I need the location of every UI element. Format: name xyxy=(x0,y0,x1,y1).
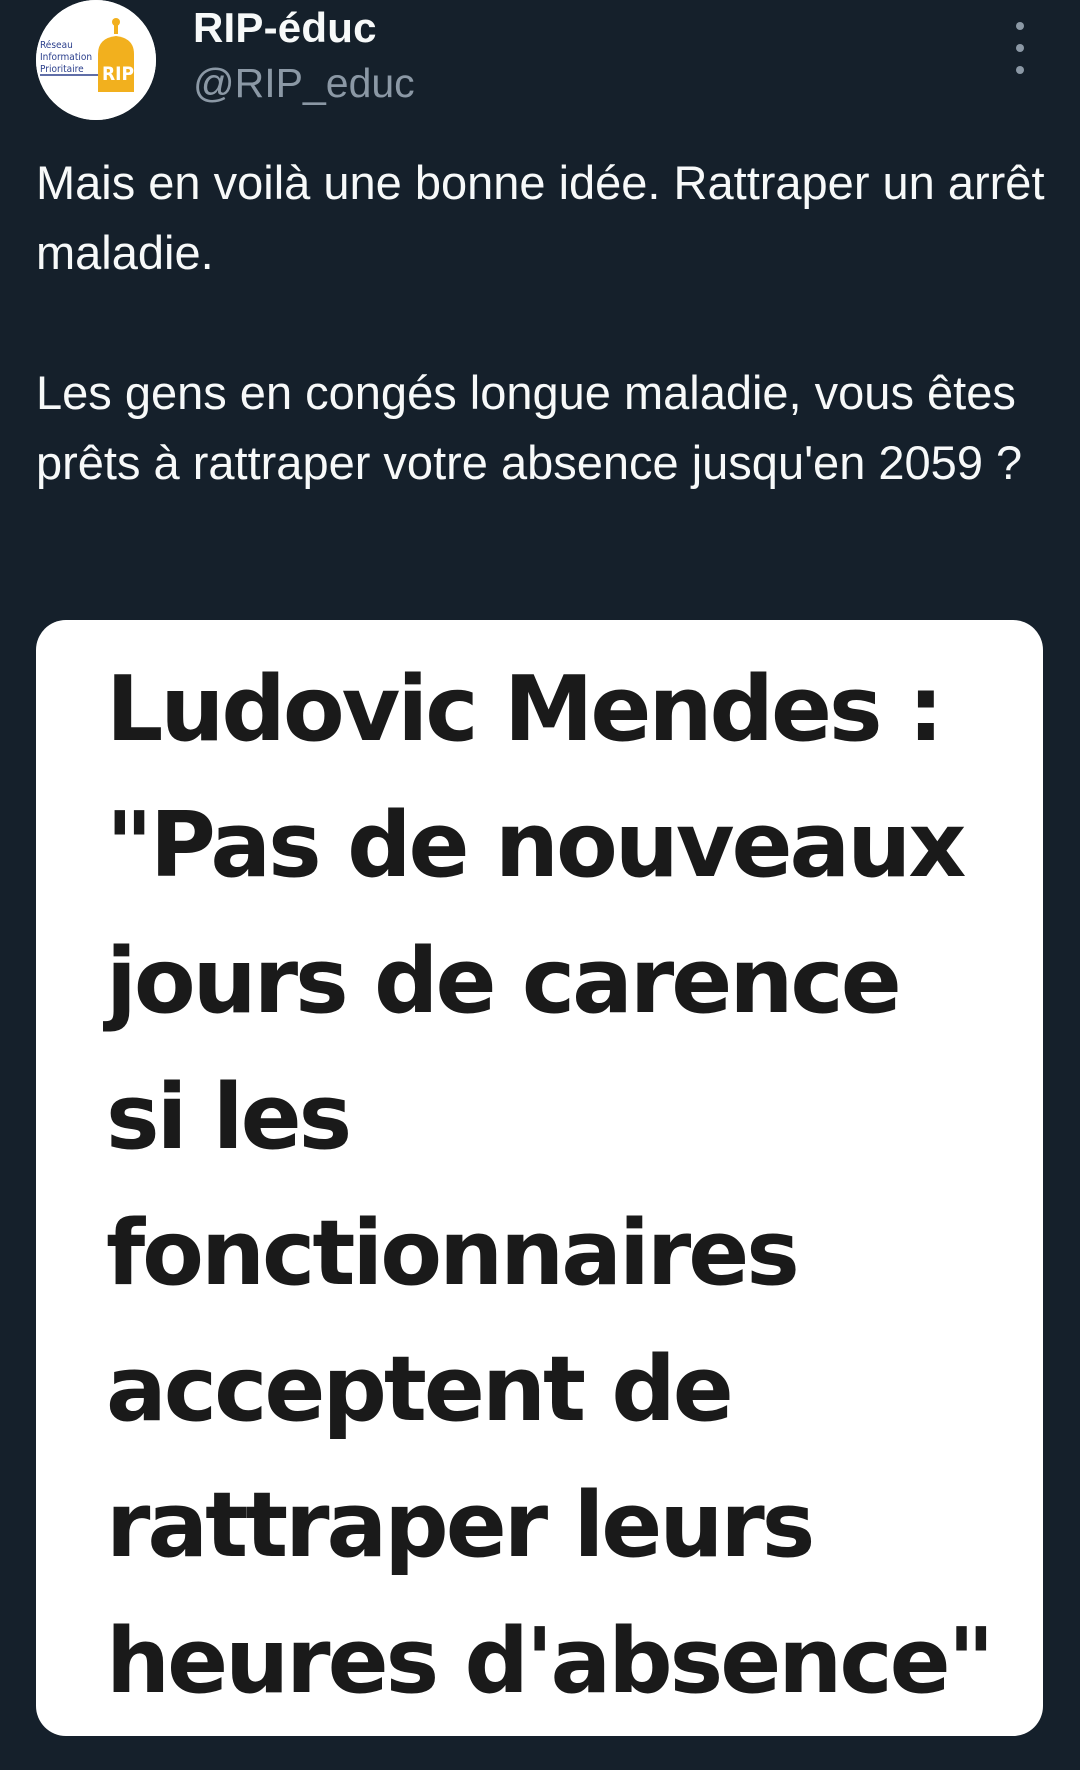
tweet: Réseau Information Prioritaire RIP RIP-é… xyxy=(0,0,1080,1770)
more-vertical-icon-dot xyxy=(1016,44,1024,52)
logo-badge: RIP xyxy=(102,63,134,85)
author-handle[interactable]: @RIP_educ xyxy=(193,60,415,107)
tweet-media-image[interactable]: Ludovic Mendes : "Pas de nouveaux jours … xyxy=(36,620,1043,1736)
headline-line: Ludovic Mendes : xyxy=(106,657,944,762)
avatar[interactable]: Réseau Information Prioritaire RIP xyxy=(36,0,156,120)
headline-line: jours de carence xyxy=(106,929,902,1034)
logo-line-1: Réseau xyxy=(40,39,73,51)
more-vertical-icon-dot xyxy=(1016,66,1024,74)
more-options-button[interactable] xyxy=(1000,22,1040,74)
headline-line: heures d'absence" xyxy=(106,1609,995,1714)
headline-line: fonctionnaires xyxy=(106,1201,800,1306)
headline-line: si les xyxy=(106,1065,352,1170)
headline-line: rattraper leurs xyxy=(106,1473,815,1578)
author-display-name[interactable]: RIP-éduc xyxy=(193,4,377,52)
headline-line: acceptent de xyxy=(106,1337,734,1442)
tweet-text: Mais en voilà une bonne idée. Rattraper … xyxy=(36,148,1046,498)
tweet-paragraph: Mais en voilà une bonne idée. Rattraper … xyxy=(36,156,1045,279)
logo-line-2: Information xyxy=(40,52,92,63)
more-vertical-icon xyxy=(1016,22,1024,30)
tweet-paragraph: Les gens en congés longue maladie, vous … xyxy=(36,366,1023,489)
headline-line: "Pas de nouveaux xyxy=(106,793,966,898)
logo-line-3: Prioritaire xyxy=(40,64,84,75)
media-headline: Ludovic Mendes : "Pas de nouveaux jours … xyxy=(106,642,1026,1730)
rip-logo-icon: Réseau Information Prioritaire RIP xyxy=(36,0,156,120)
